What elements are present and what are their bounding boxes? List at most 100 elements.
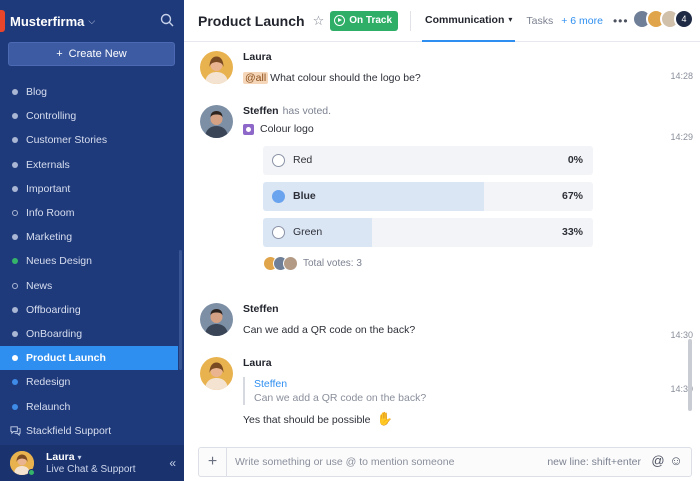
message-text: Can we add a QR code on the back?	[243, 324, 416, 336]
sidebar-item-label: Info Room	[26, 207, 75, 220]
sidebar-item-label: Important	[26, 182, 71, 195]
sidebar-item-externals[interactable]: Externals	[0, 153, 184, 177]
star-icon[interactable]: ☆	[313, 13, 325, 29]
sidebar-item-label: Controlling	[26, 110, 77, 123]
more-options-icon[interactable]: •••	[613, 14, 629, 28]
message-author[interactable]: Laura	[243, 357, 673, 371]
sidebar-item-relaunch[interactable]: Relaunch	[0, 394, 184, 418]
sidebar-item-label: Marketing	[26, 231, 73, 244]
online-indicator	[28, 469, 35, 476]
attach-plus-icon[interactable]: +	[199, 448, 227, 476]
poll-option-blue[interactable]: Blue 67%	[263, 182, 593, 211]
room-dot	[12, 137, 18, 144]
room-dot	[12, 330, 18, 337]
quote-text: Can we add a QR code on the back?	[254, 392, 427, 404]
sidebar-item-info-room[interactable]: Info Room	[0, 201, 184, 225]
sidebar-item-label: Externals	[26, 158, 70, 171]
sidebar-item-controlling[interactable]: Controlling	[0, 104, 184, 128]
poll-option-red[interactable]: Red 0%	[263, 146, 593, 175]
sidebar-item-blog[interactable]: Blog	[0, 80, 184, 104]
sidebar-item-important[interactable]: Important	[0, 177, 184, 201]
sidebar-item-label: Redesign	[26, 376, 71, 389]
search-icon[interactable]	[160, 13, 174, 27]
message-text: What colour should the logo be?	[270, 72, 421, 84]
poll-voters[interactable]: Total votes: 3	[263, 256, 362, 271]
room-dot	[12, 161, 18, 168]
status-badge[interactable]: On Track	[330, 10, 399, 31]
current-user[interactable]: Laura ▾ Live Chat & Support «	[0, 445, 184, 481]
create-new-button[interactable]: + Create New	[8, 42, 175, 66]
room-header: Product Launch ☆ On Track Communication …	[184, 0, 700, 42]
sidebar-item-label: OnBoarding	[26, 327, 83, 340]
room-list: Blog Controlling Customer Stories Extern…	[0, 80, 184, 443]
user-name: Laura	[46, 450, 75, 463]
chat-scrollbar[interactable]	[688, 339, 692, 411]
sidebar-item-label: Product Launch	[26, 352, 106, 365]
divider	[410, 10, 412, 31]
message-author[interactable]: Steffen	[243, 303, 673, 317]
sidebar-item-redesign[interactable]: Redesign	[0, 370, 184, 394]
sidebar-item-marketing[interactable]: Marketing	[0, 225, 184, 249]
avatar[interactable]	[200, 303, 233, 336]
member-count: 4	[674, 9, 694, 29]
room-dot	[12, 113, 18, 120]
more-tabs-link[interactable]: + 6 more	[561, 0, 603, 42]
page-title: Product Launch	[198, 12, 305, 29]
sidebar-scrollbar[interactable]	[179, 250, 182, 370]
room-dot	[12, 89, 18, 96]
poll-option-percent: 67%	[561, 190, 583, 202]
create-new-label: Create New	[68, 48, 127, 60]
chevron-down-icon: ▾	[508, 15, 513, 24]
sidebar-item-label: Customer Stories	[26, 134, 108, 147]
sidebar-item-offboarding[interactable]: Offboarding	[0, 298, 184, 322]
sidebar-item-label: Relaunch	[26, 400, 71, 413]
poll-option-label: Blue	[293, 190, 316, 202]
avatar[interactable]	[200, 51, 233, 84]
tab-tasks[interactable]: Tasks	[526, 0, 553, 42]
total-votes: Total votes: 3	[303, 258, 362, 269]
radio-button[interactable]	[272, 226, 285, 239]
chevron-down-icon: ⌵	[88, 15, 96, 26]
mention[interactable]: @all	[243, 72, 269, 84]
sidebar-item-neues-design[interactable]: Neues Design	[0, 249, 184, 273]
play-icon	[334, 15, 346, 26]
message-time: 14:28	[670, 71, 693, 81]
room-dot	[12, 403, 18, 410]
message-author[interactable]: Laura	[243, 51, 673, 65]
collapse-sidebar-icon[interactable]: «	[169, 456, 176, 470]
sidebar-item-customer-stories[interactable]: Customer Stories	[0, 128, 184, 152]
member-avatars[interactable]: 4	[632, 9, 694, 29]
sidebar-item-news[interactable]: News	[0, 274, 184, 298]
sidebar-item-product-launch[interactable]: Product Launch	[0, 346, 178, 371]
sidebar-item-onboarding[interactable]: OnBoarding	[0, 322, 184, 346]
message-text: Yes that should be possible	[243, 414, 371, 426]
poll-option-green[interactable]: Green 33%	[263, 218, 593, 247]
avatar	[283, 256, 298, 271]
room-dot	[12, 355, 18, 362]
thumbs-up-icon: ✋	[376, 411, 393, 426]
message-list: Laura @all What colour should the logo be…	[184, 43, 700, 441]
radio-button[interactable]	[272, 154, 285, 167]
room-dot	[12, 258, 18, 265]
room-dot	[12, 234, 18, 241]
avatar[interactable]	[200, 105, 233, 138]
sidebar-item-label: Neues Design	[26, 255, 92, 268]
poll-option-percent: 33%	[561, 226, 583, 238]
sidebar-item-label: Stackfield Support	[26, 424, 112, 437]
room-dot	[12, 306, 18, 313]
org-name: Musterfirma	[10, 13, 85, 29]
sidebar-item-stackfield-support[interactable]: Stackfield Support	[0, 419, 184, 443]
radio-button[interactable]	[272, 190, 285, 203]
emoji-icon[interactable]: ☺	[669, 454, 683, 468]
quote-author: Steffen	[254, 378, 288, 390]
message-input[interactable]	[235, 456, 535, 468]
newline-hint: new line: shift+enter	[547, 456, 641, 468]
org-switcher[interactable]: Musterfirma ⌵	[0, 8, 184, 34]
sidebar-item-label: Offboarding	[26, 303, 81, 316]
poll-option-label: Green	[293, 226, 323, 238]
tab-communication[interactable]: Communication ▾	[422, 0, 516, 42]
poll-option-percent: 0%	[567, 154, 583, 166]
mention-icon[interactable]: @	[651, 454, 665, 468]
quoted-message[interactable]: Steffen Can we add a QR code on the back…	[243, 377, 673, 405]
avatar[interactable]	[200, 357, 233, 390]
